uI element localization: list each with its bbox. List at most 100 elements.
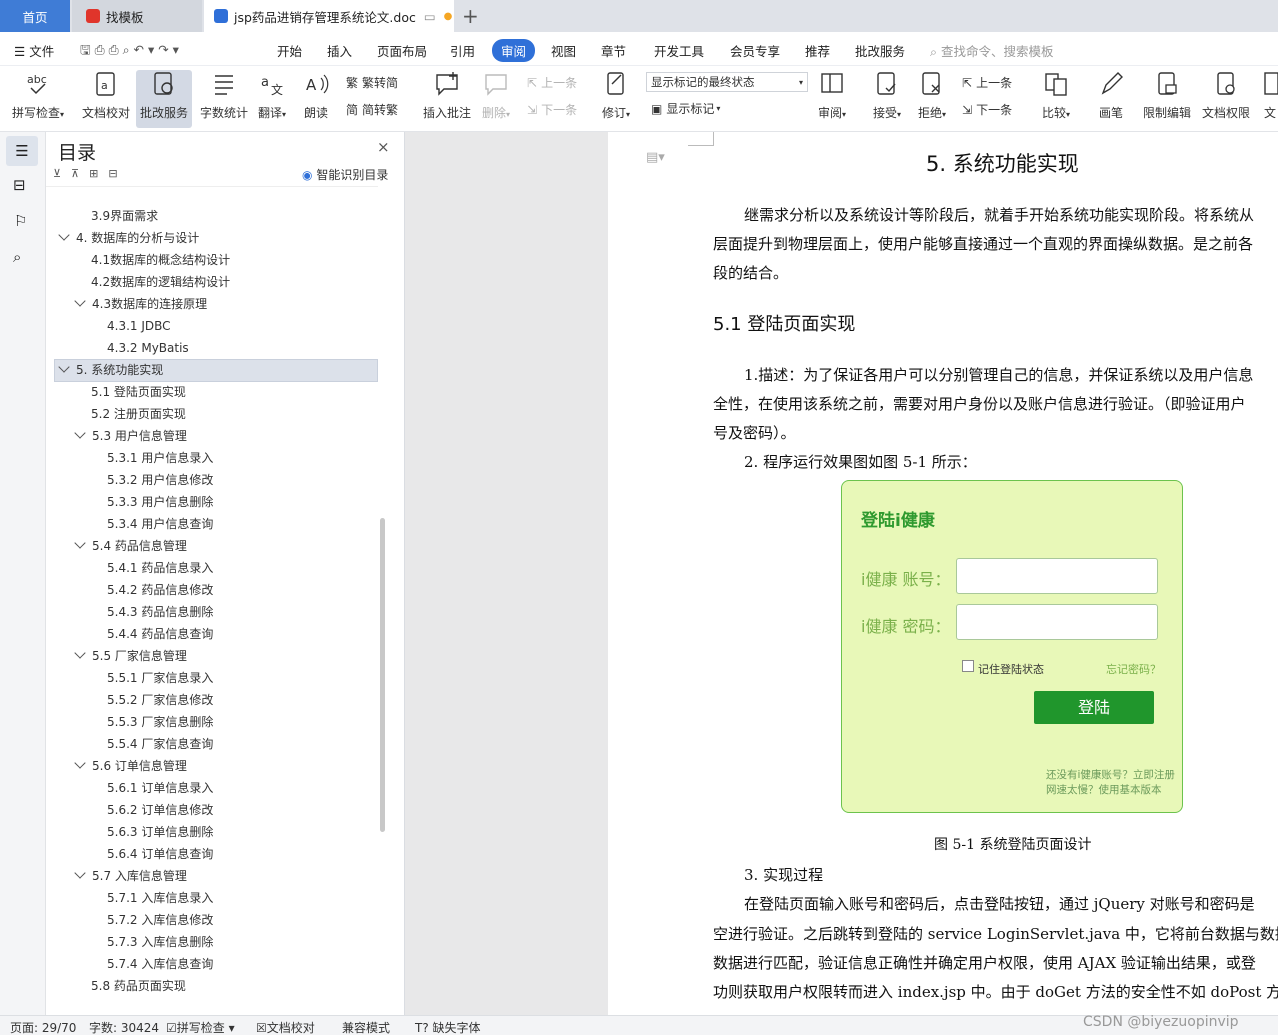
compare-button[interactable]: 比较▾ — [1042, 70, 1070, 121]
word-count-button[interactable]: 字数统计 — [200, 70, 248, 121]
next-comment-button[interactable]: ⇲ 下一条 — [527, 101, 577, 118]
prev-change-button[interactable]: ⇱ 上一条 — [962, 74, 1012, 91]
menu-correction[interactable]: 批改服务 — [855, 41, 905, 60]
toc-item[interactable]: 5.3.1 用户信息录入 — [107, 447, 213, 469]
menu-page-layout[interactable]: 页面布局 — [377, 41, 427, 60]
doc-check-button[interactable]: a 文档校对 — [82, 70, 130, 121]
tab-find-template[interactable]: 找模板 — [72, 0, 202, 32]
toc-item[interactable]: 5.7.2 入库信息修改 — [107, 909, 213, 931]
toc-item[interactable]: 5.4.1 药品信息录入 — [107, 557, 213, 579]
toc-item[interactable]: 5.7.1 入库信息录入 — [107, 887, 213, 909]
menu-recommend[interactable]: 推荐 — [805, 41, 830, 60]
restrict-edit-button[interactable]: 限制编辑 — [1143, 70, 1191, 121]
chevron-down-icon[interactable] — [74, 427, 86, 439]
delete-comment-button[interactable]: 删除▾ — [482, 70, 510, 121]
toc-item[interactable]: 5.7 入库信息管理 — [74, 865, 187, 887]
register-link[interactable]: 还没有i健康账号？立即注册 — [1046, 767, 1175, 782]
toc-item[interactable]: 5.5.2 厂家信息修改 — [107, 689, 213, 711]
prev-comment-button[interactable]: ⇱ 上一条 — [527, 74, 577, 91]
search-icon[interactable]: ⌕ — [13, 248, 21, 266]
close-icon[interactable]: × — [377, 138, 390, 156]
toc-item[interactable]: 4.3数据库的连接原理 — [74, 293, 207, 315]
toc-item[interactable]: 4.2数据库的逻辑结构设计 — [91, 271, 230, 293]
insert-comment-button[interactable]: 插入批注 — [423, 70, 471, 121]
command-search[interactable]: ⌕ 查找命令、搜索模板 — [930, 41, 1054, 60]
read-aloud-button[interactable]: A 朗读 — [303, 70, 329, 121]
chevron-down-icon[interactable] — [58, 361, 70, 373]
word-count[interactable]: 字数: 30424 — [89, 1019, 159, 1036]
menu-view[interactable]: 视图 — [551, 41, 576, 60]
file-menu[interactable]: ☰ 文件 — [14, 41, 54, 60]
toc-item[interactable]: 5.5.3 厂家信息删除 — [107, 711, 213, 733]
toc-item[interactable]: 5.4.4 药品信息查询 — [107, 623, 213, 645]
menu-member[interactable]: 会员专享 — [730, 41, 780, 60]
doc-rights-button[interactable]: 文档权限 — [1202, 70, 1250, 121]
bookmark-icon[interactable]: ⚐ — [14, 212, 27, 230]
chevron-down-icon[interactable] — [74, 537, 86, 549]
toc-item[interactable]: 5.8 药品页面实现 — [91, 975, 186, 997]
toc-item[interactable]: 5.4.2 药品信息修改 — [107, 579, 213, 601]
tab-home[interactable]: 首页 — [0, 0, 70, 32]
chapter-nav-icon[interactable]: ⊟ — [13, 176, 26, 194]
tab-document[interactable]: jsp药品进销存管理系统论文.doc ▭ ● — [204, 0, 454, 32]
toc-item[interactable]: 5.6.2 订单信息修改 — [107, 799, 213, 821]
menu-reference[interactable]: 引用 — [450, 41, 475, 60]
toc-item[interactable]: 5.3.2 用户信息修改 — [107, 469, 213, 491]
toc-item[interactable]: 4.3.2 MyBatis — [107, 337, 189, 359]
spell-check-status[interactable]: ☑拼写检查 ▾ — [166, 1019, 235, 1036]
doc-check-status[interactable]: ☒文档校对 — [256, 1019, 315, 1036]
password-input[interactable] — [956, 604, 1158, 640]
toc-item[interactable]: 5.5 厂家信息管理 — [74, 645, 187, 667]
translate-button[interactable]: a 文翻译▾ — [258, 70, 286, 121]
chevron-down-icon[interactable] — [74, 295, 86, 307]
menu-chapter[interactable]: 章节 — [601, 41, 626, 60]
accept-button[interactable]: 接受▾ — [873, 70, 901, 121]
markup-mode-select[interactable]: 显示标记的最终状态 ▾ — [646, 72, 808, 92]
toc-item[interactable]: 5. 系统功能实现 — [58, 359, 163, 381]
toc-item[interactable]: 5.5.4 厂家信息查询 — [107, 733, 213, 755]
account-input[interactable] — [956, 558, 1158, 594]
chevron-down-icon[interactable] — [74, 647, 86, 659]
simp-to-trad-button[interactable]: 简简转繁 — [346, 101, 398, 118]
track-changes-button[interactable]: 修订▾ — [602, 70, 630, 121]
toc-item[interactable]: 4. 数据库的分析与设计 — [58, 227, 199, 249]
screen-icon[interactable]: ▭ — [424, 9, 436, 24]
toc-item[interactable]: 5.7.3 入库信息删除 — [107, 931, 213, 953]
toc-item[interactable]: 4.3.1 JDBC — [107, 315, 171, 337]
toc-item[interactable]: 5.6.4 订单信息查询 — [107, 843, 213, 865]
toc-item[interactable]: 4.1数据库的概念结构设计 — [91, 249, 230, 271]
toc-item[interactable]: 5.5.1 厂家信息录入 — [107, 667, 213, 689]
toc-item[interactable]: 5.6.3 订单信息删除 — [107, 821, 213, 843]
forgot-password-link[interactable]: 忘记密码？ — [1106, 661, 1161, 677]
show-markup-button[interactable]: ▣ 显示标记 ▾ — [651, 100, 720, 117]
toc-item[interactable]: 3.9界面需求 — [91, 205, 158, 227]
review-pane-button[interactable]: 审阅▾ — [818, 70, 846, 121]
doc-outline-icon[interactable]: ▤▾ — [646, 150, 665, 165]
chevron-down-icon[interactable] — [74, 757, 86, 769]
chevron-down-icon[interactable] — [74, 867, 86, 879]
new-tab-icon[interactable]: + — [462, 4, 479, 28]
toc-item[interactable]: 5.2 注册页面实现 — [91, 403, 186, 425]
remember-checkbox[interactable] — [962, 660, 974, 672]
toc-pane-icon[interactable]: ☰ — [6, 136, 38, 166]
spell-check-button[interactable]: abc 拼写检查▾ — [12, 70, 64, 121]
basic-version-link[interactable]: 网速太慢？使用基本版本 — [1046, 782, 1162, 797]
toc-item[interactable]: 5.3 用户信息管理 — [74, 425, 187, 447]
toc-expand-controls[interactable]: ⊻⊼⊞⊟ — [53, 167, 128, 180]
toc-item[interactable]: 5.6 订单信息管理 — [74, 755, 187, 777]
quick-access-icons[interactable]: 🖫 ⎙ ⎙ ⌕ ↶ ▾ ↷ ▾ — [80, 41, 179, 62]
toc-item[interactable]: 5.1 登陆页面实现 — [91, 381, 186, 403]
toc-item[interactable]: 5.3.3 用户信息删除 — [107, 491, 213, 513]
pen-button[interactable]: 画笔 — [1098, 70, 1124, 121]
missing-font-status[interactable]: T? 缺失字体 — [415, 1019, 481, 1036]
menu-start[interactable]: 开始 — [277, 41, 302, 60]
toc-item[interactable]: 5.4.3 药品信息删除 — [107, 601, 213, 623]
reject-button[interactable]: 拒绝▾ — [918, 70, 946, 121]
toc-item[interactable]: 5.7.4 入库信息查询 — [107, 953, 213, 975]
login-submit-button[interactable]: 登陆 — [1034, 691, 1154, 724]
correction-service-button[interactable]: 批改服务 — [136, 70, 192, 128]
menu-review[interactable]: 审阅 — [492, 39, 536, 62]
toc-item[interactable]: 5.3.4 用户信息查询 — [107, 513, 213, 535]
toc-item[interactable]: 5.6.1 订单信息录入 — [107, 777, 213, 799]
toc-item[interactable]: 5.4 药品信息管理 — [74, 535, 187, 557]
